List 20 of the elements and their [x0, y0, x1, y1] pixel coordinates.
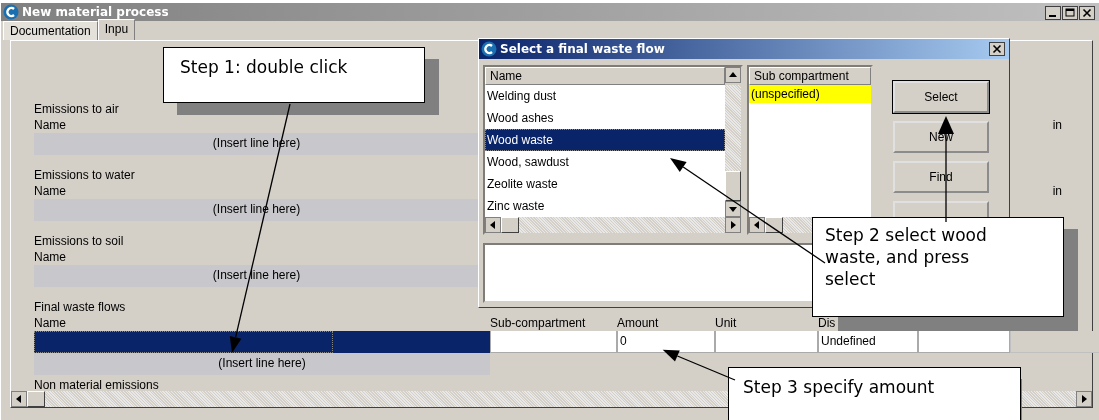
- column-header: in: [1052, 183, 1062, 199]
- column-header: Unit: [715, 315, 738, 331]
- step-tooltip: Step 3 specify amount: [728, 367, 1021, 420]
- column-header: Name: [34, 117, 66, 133]
- column-header: in: [1052, 117, 1062, 133]
- section-heading: Emissions to water: [34, 167, 135, 183]
- column-header: Sub-compartment: [490, 315, 587, 331]
- section-heading: Final waste flows: [34, 299, 126, 315]
- column-header: Name: [34, 249, 66, 265]
- column-header: Name: [34, 315, 67, 331]
- section-heading: Emissions to soil: [34, 233, 124, 249]
- window-title: New material process: [22, 5, 169, 19]
- column-header: Name: [34, 183, 66, 199]
- column-header: Dis: [818, 315, 837, 331]
- step-tooltip: Step 1: double click: [163, 47, 425, 103]
- section-heading: Emissions to air: [34, 101, 119, 117]
- column-header: Amount: [617, 315, 660, 331]
- section-heading: Non material emissions: [34, 379, 159, 391]
- dialog-title: Select a final waste flow: [500, 42, 666, 56]
- step-tooltip: Step 2 select wood waste, and press select: [812, 217, 1064, 317]
